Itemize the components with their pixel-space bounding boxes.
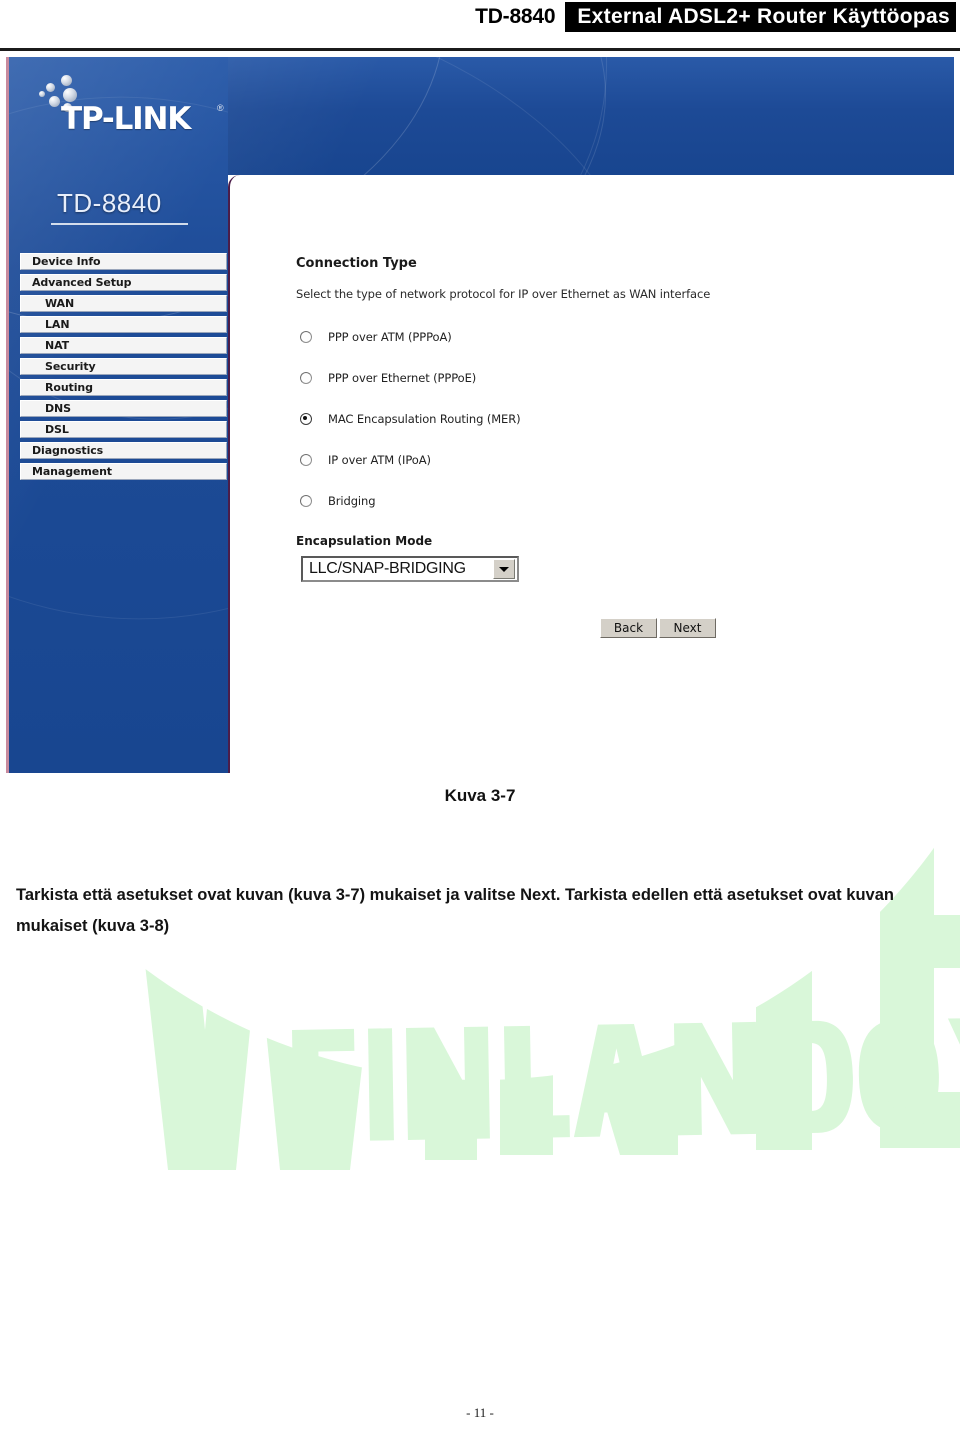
sidebar-item-label: Security: [45, 360, 96, 373]
watermark-graphic: [120, 740, 960, 1170]
sidebar-item-label: DNS: [45, 402, 71, 415]
header-divider-rule: [0, 48, 960, 51]
router-sidebar-column: TP-LINK ® TD-8840 Device Info Advanced S…: [6, 57, 228, 773]
sidebar-item-label: DSL: [45, 423, 69, 436]
encapsulation-mode-value: LLC/SNAP-BRIDGING: [309, 560, 466, 577]
sidebar-item-label: Routing: [45, 381, 93, 394]
sidebar-item-label: NAT: [45, 339, 70, 352]
sidebar-item-management[interactable]: Management: [20, 463, 227, 480]
sidebar-item-lan[interactable]: LAN: [20, 316, 227, 333]
panel-title: Connection Type: [296, 256, 417, 271]
sidebar-item-label: Diagnostics: [32, 444, 104, 457]
radio-option-mer[interactable]: MAC Encapsulation Routing (MER): [300, 398, 521, 439]
sidebar-item-routing[interactable]: Routing: [20, 379, 227, 396]
registered-trademark-icon: ®: [217, 103, 224, 113]
radio-button-icon[interactable]: [300, 330, 312, 343]
radio-button-icon[interactable]: [300, 371, 312, 384]
wizard-button-row: Back Next: [600, 618, 718, 638]
radio-option-bridging[interactable]: Bridging: [300, 480, 521, 521]
sidebar-item-security[interactable]: Security: [20, 358, 227, 375]
chevron-down-icon[interactable]: [493, 559, 515, 579]
radio-option-label: PPP over ATM (PPPoA): [328, 329, 452, 344]
back-button[interactable]: Back: [600, 618, 657, 638]
device-model-underline: [51, 223, 188, 225]
sidebar-item-wan[interactable]: WAN: [20, 295, 227, 312]
radio-option-label: IP over ATM (IPoA): [328, 452, 431, 467]
sidebar-item-label: Advanced Setup: [32, 276, 132, 289]
sidebar-item-label: LAN: [45, 318, 70, 331]
radio-option-pppoa[interactable]: PPP over ATM (PPPoA): [300, 316, 521, 357]
sidebar-item-label: Management: [32, 465, 112, 478]
sidebar-item-advanced-setup[interactable]: Advanced Setup: [20, 274, 227, 291]
radio-button-selected-icon[interactable]: [300, 412, 312, 425]
next-button[interactable]: Next: [659, 618, 716, 638]
tplink-logo-area: TP-LINK ® TD-8840: [9, 57, 228, 227]
radio-option-label: MAC Encapsulation Routing (MER): [328, 411, 521, 426]
radio-option-ipoa[interactable]: IP over ATM (IPoA): [300, 439, 521, 480]
sidebar-item-diagnostics[interactable]: Diagnostics: [20, 442, 227, 459]
sidebar-item-nat[interactable]: NAT: [20, 337, 227, 354]
sidebar-item-dns[interactable]: DNS: [20, 400, 227, 417]
router-content-panel: Connection Type Select the type of netwo…: [228, 175, 954, 773]
page-number: - 11 -: [466, 1405, 494, 1420]
radio-option-pppoe[interactable]: PPP over Ethernet (PPPoE): [300, 357, 521, 398]
panel-description: Select the type of network protocol for …: [296, 287, 711, 301]
header-title-row: TD-8840 External ADSL2+ Router Käyttöopa…: [475, 2, 956, 32]
radio-button-icon[interactable]: [300, 453, 312, 466]
page-header: TD-8840 External ADSL2+ Router Käyttöopa…: [0, 0, 960, 48]
sidebar-item-label: Device Info: [32, 255, 101, 268]
watermark: [0, 700, 960, 1260]
sidebar-item-device-info[interactable]: Device Info: [20, 253, 227, 270]
radio-option-label: PPP over Ethernet (PPPoE): [328, 370, 477, 385]
body-paragraph: Tarkista että asetukset ovat kuvan (kuva…: [16, 886, 894, 935]
router-ui-screenshot: TP-LINK ® TD-8840 Device Info Advanced S…: [6, 57, 954, 773]
header-title-band: External ADSL2+ Router Käyttöopas: [565, 2, 956, 32]
header-model-label: TD-8840: [475, 5, 556, 28]
encapsulation-mode-label: Encapsulation Mode: [296, 534, 433, 548]
connection-type-radio-group: PPP over ATM (PPPoA) PPP over Ethernet (…: [300, 316, 521, 521]
tplink-wordmark: TP-LINK: [61, 101, 191, 137]
radio-button-icon[interactable]: [300, 494, 312, 507]
sidebar-item-label: WAN: [45, 297, 75, 310]
sidebar-item-dsl[interactable]: DSL: [20, 421, 227, 438]
radio-option-label: Bridging: [328, 493, 376, 508]
encapsulation-mode-select[interactable]: LLC/SNAP-BRIDGING: [301, 556, 519, 582]
device-model-label: TD-8840: [57, 188, 162, 218]
router-nav-menu: Device Info Advanced Setup WAN LAN NAT S…: [20, 253, 227, 484]
figure-caption: Kuva 3-7: [444, 786, 516, 805]
